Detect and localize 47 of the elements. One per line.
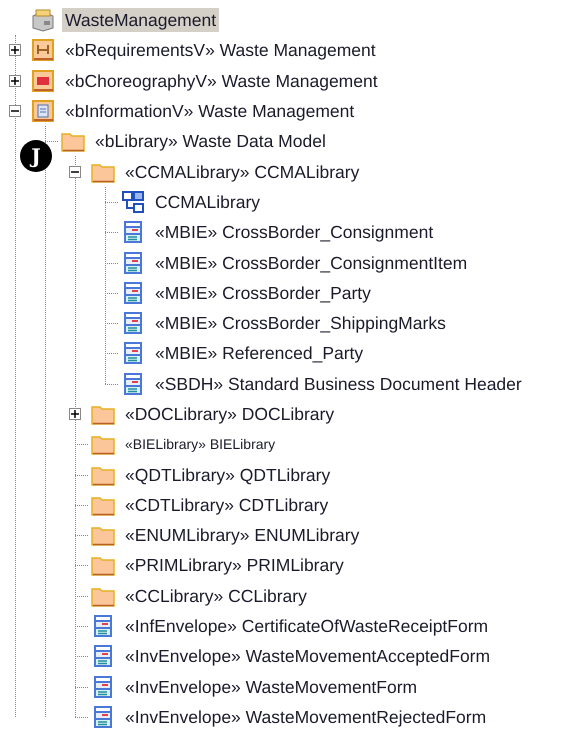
tree-item[interactable]: «MBIE» CrossBorder_ShippingMarks	[152, 311, 449, 336]
table-icon	[123, 250, 143, 275]
table-icon	[123, 311, 143, 336]
expand-toggle[interactable]	[9, 44, 21, 56]
tree-item[interactable]: «bRequirementsV» Waste Management	[62, 38, 379, 62]
tree-item[interactable]: «bChoreographyV» Waste Management	[62, 68, 381, 93]
tree-item[interactable]: «MBIE» CrossBorder_Party	[152, 280, 374, 305]
plus-icon	[11, 46, 19, 54]
tree-item[interactable]: «MBIE» CrossBorder_Consignment	[152, 220, 436, 244]
table-icon	[93, 614, 113, 638]
table-icon	[123, 372, 143, 396]
step-badge: J	[20, 140, 52, 172]
tree-item[interactable]: CCMALibrary	[152, 190, 264, 214]
expand-toggle[interactable]	[69, 166, 81, 178]
tree-item[interactable]: «SBDH» Standard Business Document Header	[152, 372, 525, 396]
diagram-icon	[122, 190, 144, 213]
tree-item[interactable]: «BIELibrary» BIELibrary	[122, 432, 278, 456]
tree-item[interactable]: «MBIE» CrossBorder_ConsignmentItem	[152, 250, 470, 275]
table-icon	[93, 674, 113, 699]
expand-toggle[interactable]	[9, 105, 21, 118]
tree-item[interactable]: «ENUMLibrary» ENUMLibrary	[122, 523, 362, 548]
table-icon	[123, 220, 143, 244]
tree-item[interactable]: «InfEnvelope» CertificateOfWasteReceiptForm	[122, 614, 492, 638]
cabinet-icon	[30, 8, 56, 32]
tree-item[interactable]: «bLibrary» Waste Data Model	[92, 129, 329, 154]
table-icon	[123, 341, 143, 366]
tree-item[interactable]: «CCLibrary» CCLibrary	[122, 584, 310, 608]
table-icon	[93, 644, 113, 668]
tree-item[interactable]: «MBIE» Referenced_Party	[152, 341, 366, 366]
plus-icon	[11, 76, 19, 85]
tree-item[interactable]: «InvEnvelope» WasteMovementForm	[122, 674, 420, 699]
tree-item[interactable]: «CCMALibrary» CCMALibrary	[122, 160, 362, 184]
plus-icon	[71, 410, 79, 418]
card-icon	[32, 70, 54, 92]
tree-item[interactable]: «DOCLibrary» DOCLibrary	[122, 402, 338, 426]
tree-item[interactable]: «QDTLibrary» QDTLibrary	[122, 462, 334, 487]
expand-toggle[interactable]	[9, 74, 21, 87]
tree-item[interactable]: «InvEnvelope» WasteMovementAcceptedForm	[122, 644, 494, 668]
network-icon	[32, 39, 54, 62]
tree-item[interactable]: «bInformationV» Waste Management	[62, 99, 358, 124]
tree-item[interactable]: WasteManagement	[62, 8, 220, 32]
tree-item[interactable]: «PRIMLibrary» PRIMLibrary	[122, 553, 347, 578]
document-icon	[32, 100, 54, 122]
expand-toggle[interactable]	[69, 408, 81, 420]
tree-item[interactable]: «CDTLibrary» CDTLibrary	[122, 492, 332, 517]
table-icon	[123, 280, 143, 305]
tree-item[interactable]: «InvEnvelope» WasteMovementRejectedForm	[122, 704, 490, 729]
